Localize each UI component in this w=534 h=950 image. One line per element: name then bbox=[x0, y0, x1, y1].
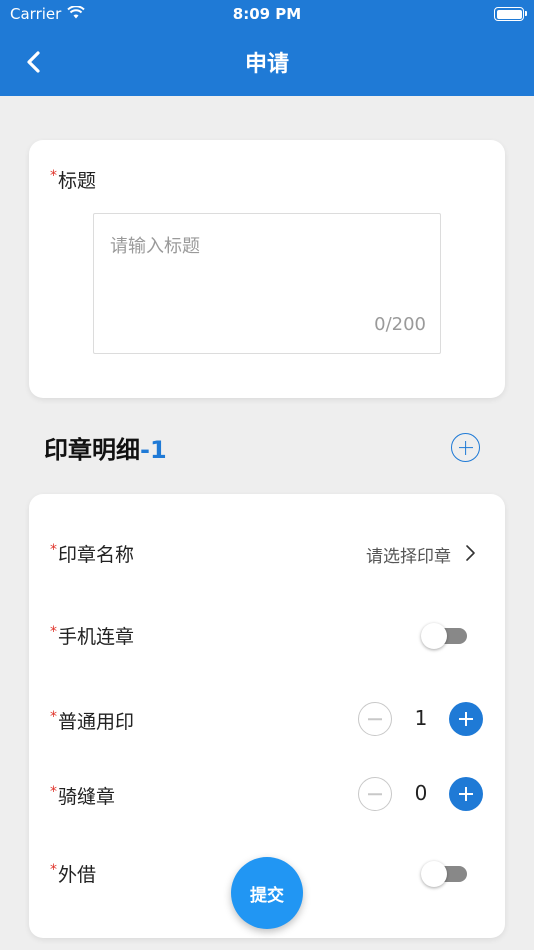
status-bar: Carrier 8:09 PM bbox=[0, 0, 534, 28]
borrow-toggle[interactable] bbox=[421, 860, 467, 887]
borrow-label-text: 外借 bbox=[58, 864, 97, 886]
battery-icon bbox=[494, 7, 527, 21]
page-title: 申请 bbox=[244, 52, 289, 77]
normal-seal-label-text: 普通用印 bbox=[58, 711, 135, 733]
cross-page-seal-row: *骑缝章 0 bbox=[29, 774, 505, 814]
decrement-button[interactable] bbox=[358, 777, 392, 811]
normal-seal-count: 1 bbox=[414, 706, 428, 730]
required-mark: * bbox=[50, 542, 57, 558]
seal-name-label: *印章名称 bbox=[50, 540, 134, 567]
required-mark: * bbox=[50, 168, 57, 184]
title-label: *标题 bbox=[50, 166, 96, 193]
seal-name-label-text: 印章名称 bbox=[58, 544, 135, 566]
title-placeholder: 请输入标题 bbox=[110, 236, 200, 257]
seal-section-title: 印章明细-1 bbox=[44, 430, 167, 465]
plus-circle-icon[interactable] bbox=[451, 433, 480, 462]
mobile-seal-label: *手机连章 bbox=[50, 622, 134, 649]
seal-section-count: -1 bbox=[140, 436, 167, 464]
borrow-label: *外借 bbox=[50, 860, 96, 887]
toggle-knob bbox=[421, 861, 447, 887]
mobile-seal-row: *手机连章 bbox=[29, 614, 505, 654]
title-label-text: 标题 bbox=[58, 170, 97, 192]
title-card: *标题 请输入标题 0/200 bbox=[29, 140, 505, 398]
app-header: Carrier 8:09 PM 申请 bbox=[0, 0, 534, 96]
increment-button[interactable] bbox=[449, 777, 483, 811]
char-counter: 0/200 bbox=[374, 314, 426, 335]
mobile-seal-label-text: 手机连章 bbox=[58, 626, 135, 648]
seal-name-row[interactable]: *印章名称 请选择印章 bbox=[29, 532, 505, 572]
increment-button[interactable] bbox=[449, 702, 483, 736]
seal-name-value[interactable]: 请选择印章 bbox=[366, 542, 451, 567]
toggle-knob bbox=[421, 623, 447, 649]
cross-page-seal-stepper: 0 bbox=[358, 777, 484, 811]
cross-page-seal-label: *骑缝章 bbox=[50, 782, 115, 809]
cross-page-seal-count: 0 bbox=[414, 781, 428, 805]
status-time: 8:09 PM bbox=[232, 5, 302, 23]
normal-seal-row: *普通用印 1 bbox=[29, 699, 505, 739]
required-mark: * bbox=[50, 784, 57, 800]
required-mark: * bbox=[50, 862, 57, 878]
mobile-seal-toggle[interactable] bbox=[421, 622, 467, 649]
submit-button[interactable]: 提交 bbox=[231, 857, 303, 929]
required-mark: * bbox=[50, 624, 57, 640]
cross-page-seal-label-text: 骑缝章 bbox=[58, 786, 116, 808]
seal-section-title-text: 印章明细 bbox=[44, 436, 140, 464]
chevron-right-icon bbox=[466, 545, 475, 561]
normal-seal-label: *普通用印 bbox=[50, 707, 134, 734]
required-mark: * bbox=[50, 709, 57, 725]
normal-seal-stepper: 1 bbox=[358, 702, 484, 736]
title-textarea[interactable]: 请输入标题 0/200 bbox=[93, 213, 441, 354]
decrement-button[interactable] bbox=[358, 702, 392, 736]
